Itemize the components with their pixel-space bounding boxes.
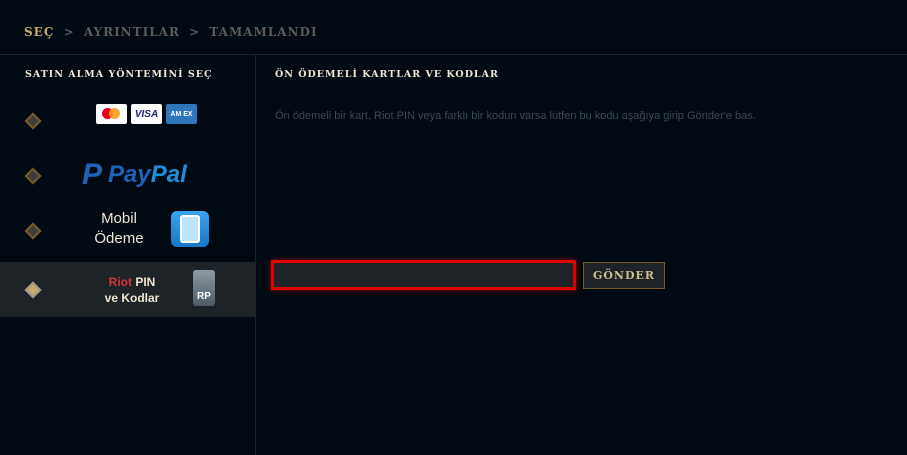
breadcrumb-step-complete: TAMAMLANDI (209, 25, 318, 39)
visa-icon: VISA (131, 104, 162, 124)
amex-icon: AM EX (166, 104, 197, 124)
card-logos: VISA AM EX (96, 104, 197, 124)
mobile-phone-icon (171, 211, 209, 247)
section-description: Ön ödemeli bir kart, Riot PIN veya farkl… (275, 110, 756, 122)
radio-diamond-icon (24, 281, 42, 298)
breadcrumb: SEÇ > AYRINTILAR > TAMAMLANDI (24, 25, 318, 39)
code-input[interactable] (271, 260, 576, 290)
radio-diamond-icon (24, 222, 42, 239)
paypal-icon: P (82, 158, 103, 191)
radio-diamond-icon (24, 112, 42, 129)
breadcrumb-step-details: AYRINTILAR (83, 25, 180, 39)
riot-pin-label: Riot PIN ve Kodlar (104, 275, 160, 305)
breadcrumb-separator: > (189, 25, 201, 39)
mastercard-icon (96, 104, 127, 124)
breadcrumb-step-select: SEÇ (24, 25, 55, 39)
sidebar-title: SATIN ALMA YÖNTEMİNİ SEÇ (25, 69, 213, 80)
section-title: ÖN ÖDEMELİ KARTLAR VE KODLAR (275, 69, 499, 80)
payment-method-riot-pin[interactable]: Riot PIN ve Kodlar RP (0, 262, 255, 317)
payment-method-credit-card[interactable]: VISA AM EX (0, 93, 255, 148)
mobile-payment-label: Mobil Ödeme (94, 210, 144, 247)
paypal-logo: P Pay Pal (82, 158, 187, 191)
payment-method-mobile[interactable]: Mobil Ödeme (0, 203, 255, 258)
payment-method-sidebar: SATIN ALMA YÖNTEMİNİ SEÇ VISA AM EX P Pa… (0, 55, 256, 455)
send-button[interactable]: GÖNDER (583, 262, 665, 289)
breadcrumb-separator: > (63, 25, 75, 39)
rp-card-icon: RP (193, 270, 215, 306)
radio-diamond-icon (24, 167, 42, 184)
payment-method-paypal[interactable]: P Pay Pal (0, 148, 255, 203)
